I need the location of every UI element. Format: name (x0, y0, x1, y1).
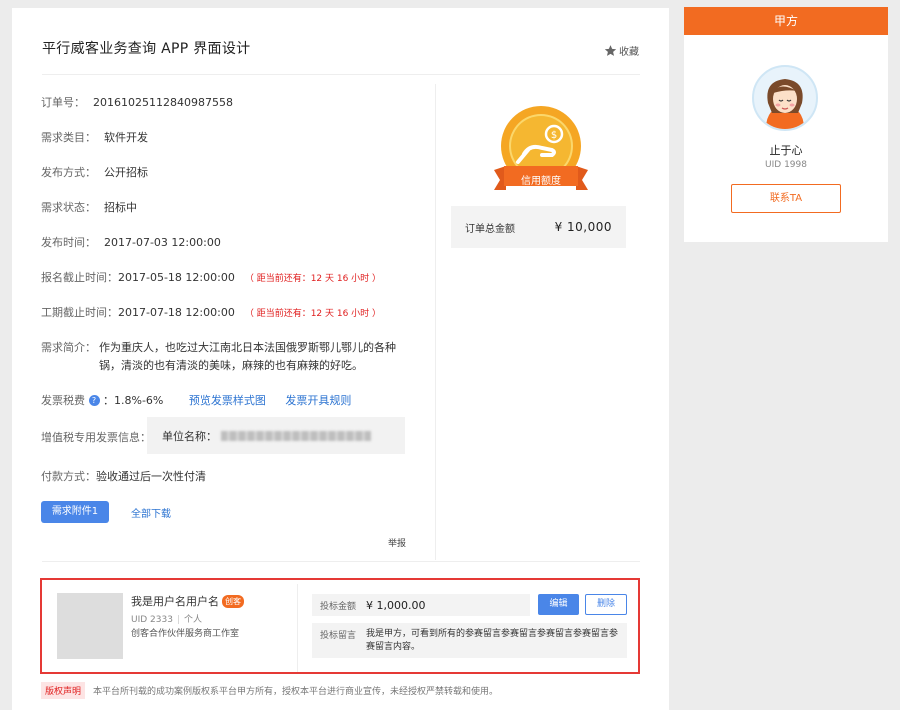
bidder-type: 个人 (183, 615, 202, 625)
download-all-link[interactable]: 全部下载 (131, 505, 171, 520)
divider (42, 561, 640, 562)
invoice-rules-link[interactable]: 发票开具规则 (285, 394, 351, 407)
bidder-uid-row: UID 2333 | 个人 (131, 612, 202, 625)
work-remaining: （ 距当前还有：12 天 16 小时 ） (244, 309, 382, 319)
divider (435, 84, 436, 560)
bid-message-text: 我是甲方，可看到所有的参赛留言参赛留言参赛留言参赛留言参赛留言内容。 (366, 629, 619, 652)
bidder-uid: UID 2333 (131, 615, 173, 625)
status-label: 需求状态： (41, 201, 96, 214)
publish-time-value: 2017-07-03 12:00:00 (104, 236, 221, 249)
publish-method-value: 公开招标 (104, 166, 148, 179)
publish-method-label: 发布方式： (41, 166, 96, 179)
bidder-name: 我是用户名用户名 (131, 595, 219, 608)
client-uid: UID 1998 (765, 160, 807, 170)
divider (42, 74, 640, 75)
client-name: 止于心 (769, 144, 803, 157)
tax-row: 发票税费 ? ：1.8%-6% 预览发票样式图 发票开具规则 (41, 392, 351, 408)
attachment-button[interactable]: 需求附件1 (41, 501, 109, 523)
bidder-studio: 创客合作伙伴服务商工作室 (131, 629, 240, 639)
divider (297, 584, 298, 672)
bid-amount-label: 投标金额 (320, 601, 357, 612)
category-value: 软件开发 (104, 131, 148, 144)
order-total-box: 订单总金额 ¥ 10,000 (451, 206, 626, 248)
help-icon[interactable]: ? (88, 395, 100, 406)
project-detail-panel: 平行威客业务查询 APP 界面设计 收藏 订单号： 201610251128409… (12, 8, 669, 710)
tax-value: ：1.8%-6% (103, 394, 164, 407)
client-panel: 甲方 止于心 UID 1998 联系TA (684, 7, 888, 242)
signup-deadline-label: 报名截止时间： (41, 271, 118, 284)
work-deadline-label: 工期截止时间： (41, 306, 118, 319)
signup-deadline-row: 报名截止时间：2017-05-18 12:00:00 （ 距当前还有：12 天 1… (41, 269, 381, 285)
payment-label: 付款方式： (41, 470, 96, 483)
payment-value: 验收通过后一次性付清 (96, 470, 206, 483)
status-row: 需求状态： 招标中 (41, 199, 137, 215)
status-value: 招标中 (104, 201, 137, 214)
order-no-value: 20161025112840987558 (93, 96, 233, 109)
vat-company-label: 单位名称： (162, 429, 217, 443)
order-no-row: 订单号： 20161025112840987558 (41, 94, 233, 110)
publish-method-row: 发布方式： 公开招标 (41, 164, 148, 180)
separator: | (176, 615, 180, 625)
client-avatar (752, 65, 818, 131)
intro-row: 需求简介： 作为重庆人，也吃过大江南北日本法国俄罗斯鄂儿鄂儿的各种锅，清淡的也有… (41, 339, 409, 375)
payment-row: 付款方式：验收通过后一次性付清 (41, 468, 206, 484)
delete-button[interactable]: 删除 (585, 594, 627, 615)
edit-button[interactable]: 编辑 (538, 594, 579, 615)
star-icon (604, 45, 617, 56)
category-label: 需求类目： (41, 131, 96, 144)
copyright-text: 本平台所刊载的成功案例版权系平台甲方所有，授权本平台进行商业宣传，未经授权严禁转… (93, 687, 499, 697)
avatar (57, 593, 123, 659)
vat-info-box: 单位名称： (147, 417, 405, 454)
order-total-value: ¥ 10,000 (554, 220, 612, 234)
order-no-label: 订单号： (41, 96, 85, 109)
report-link[interactable]: 举报 (388, 536, 406, 549)
bid-message-box: 投标留言 我是甲方，可看到所有的参赛留言参赛留言参赛留言参赛留言参赛留言内容。 (312, 623, 627, 658)
signup-remaining: （ 距当前还有：12 天 16 小时 ） (244, 274, 382, 284)
copyright-tag: 版权声明 (41, 682, 86, 699)
credit-badge-label: 信用额度 (521, 176, 561, 187)
bid-message-label: 投标留言 (320, 631, 357, 641)
collect-label: 收藏 (619, 47, 639, 58)
publish-time-row: 发布时间： 2017-07-03 12:00:00 (41, 234, 221, 250)
bidder-tag: 创客 (222, 594, 244, 608)
contact-button[interactable]: 联系TA (731, 184, 841, 213)
vat-row: 增值税专用发票信息： (41, 429, 151, 445)
bid-card: 我是用户名用户名 创客 UID 2333 | 个人 创客合作伙伴服务商工作室 投标金… (40, 578, 640, 674)
bidder-name-row: 我是用户名用户名 创客 (131, 593, 244, 609)
svg-text:$: $ (551, 130, 557, 141)
page-title: 平行威客业务查询 APP 界面设计 (42, 41, 251, 57)
publish-time-label: 发布时间： (41, 236, 96, 249)
collect-button[interactable]: 收藏 (604, 43, 639, 58)
client-header: 甲方 (684, 7, 888, 35)
copyright-row: 版权声明 本平台所刊载的成功案例版权系平台甲方所有，授权本平台进行商业宣传，未经… (41, 682, 498, 699)
intro-text: 作为重庆人，也吃过大江南北日本法国俄罗斯鄂儿鄂儿的各种锅，清淡的也有清淡的美味，… (99, 341, 396, 372)
work-deadline-value: 2017-07-18 12:00:00 (118, 306, 235, 319)
bid-amount-box: 投标金额 ¥ 1,000.00 (312, 594, 530, 616)
work-deadline-row: 工期截止时间：2017-07-18 12:00:00 （ 距当前还有：12 天 1… (41, 304, 381, 320)
company-name-redacted (221, 430, 371, 441)
invoice-preview-link[interactable]: 预览发票样式图 (189, 394, 266, 407)
category-row: 需求类目： 软件开发 (41, 129, 148, 145)
order-total-label: 订单总金额 (465, 223, 515, 235)
bid-amount-value: ¥ 1,000.00 (366, 598, 426, 612)
vat-label: 增值税专用发票信息： (41, 431, 151, 444)
client-avatar-icon (766, 79, 804, 129)
intro-label: 需求简介： (41, 341, 96, 354)
credit-badge: $ 信用额度 (486, 104, 596, 200)
signup-deadline-value: 2017-05-18 12:00:00 (118, 271, 235, 284)
tax-label: 发票税费 (41, 394, 85, 407)
